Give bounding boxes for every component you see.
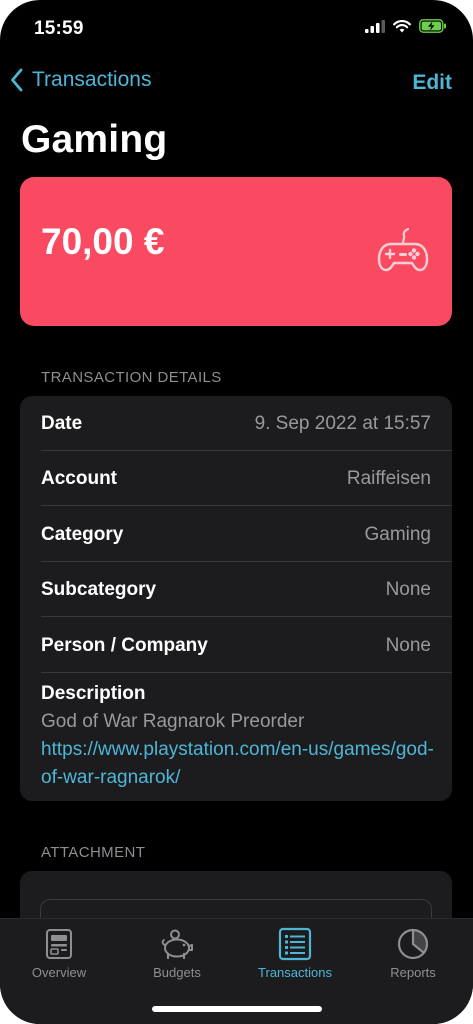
status-icons (365, 19, 447, 33)
battery-charging-icon (419, 19, 446, 33)
divider (41, 616, 452, 617)
amount-value: 70,00 € (41, 221, 165, 262)
status-bar: 15:59 (0, 0, 473, 56)
detail-value: None (385, 635, 431, 656)
detail-row-category[interactable]: Category Gaming (20, 507, 452, 562)
attachment-section-header: ATTACHMENT (41, 844, 146, 861)
pie-chart-icon (397, 928, 429, 960)
tab-reports[interactable]: Reports (354, 927, 472, 991)
gamepad-icon (377, 227, 429, 272)
divider (41, 505, 452, 506)
tab-budgets[interactable]: Budgets (118, 927, 236, 991)
piggy-bank-icon (161, 929, 193, 960)
phone-screen: 15:59 Transactions Edit Gaming 70,00 € T… (0, 0, 473, 1024)
detail-value: None (385, 579, 431, 600)
chevron-left-icon (11, 68, 23, 92)
detail-label: Person / Company (41, 635, 208, 656)
tab-label: Reports (390, 965, 436, 980)
wifi-icon (393, 19, 411, 32)
description-link[interactable]: https://www.playstation.com/en-us/games/… (41, 739, 434, 788)
detail-row-person-company[interactable]: Person / Company None (20, 618, 452, 673)
edit-button[interactable]: Edit (412, 71, 452, 95)
tab-label: Budgets (153, 965, 201, 980)
detail-label: Account (41, 468, 117, 489)
back-button[interactable]: Transactions (10, 68, 151, 92)
status-time: 15:59 (34, 18, 84, 39)
description-plain-text: God of War Ragnarok Preorder (41, 711, 305, 732)
detail-row-account[interactable]: Account Raiffeisen (20, 451, 452, 506)
description-text: God of War Ragnarok Preorder https://www… (41, 708, 441, 792)
detail-value: Gaming (364, 524, 431, 545)
amount-card: 70,00 € (20, 177, 452, 326)
details-section-header: TRANSACTION DETAILS (41, 369, 222, 386)
tab-overview[interactable]: Overview (0, 927, 118, 991)
home-indicator[interactable] (152, 1006, 322, 1012)
detail-value: 9. Sep 2022 at 15:57 (254, 413, 431, 434)
detail-label: Category (41, 524, 124, 545)
tab-label: Overview (31, 965, 87, 980)
description-label: Description (41, 683, 146, 704)
detail-value: Raiffeisen (346, 468, 431, 489)
list-icon (278, 927, 312, 961)
detail-row-date[interactable]: Date 9. Sep 2022 at 15:57 (20, 396, 452, 451)
detail-label: Subcategory (41, 579, 157, 600)
overview-icon (46, 929, 72, 959)
detail-row-subcategory[interactable]: Subcategory None (20, 562, 452, 617)
details-card: Date 9. Sep 2022 at 15:57 Account Raiffe… (20, 396, 452, 801)
tab-label: Transactions (258, 965, 332, 980)
divider (41, 672, 452, 673)
detail-label: Date (41, 413, 83, 434)
page-title: Gaming (21, 118, 168, 161)
back-button-label: Transactions (32, 68, 152, 91)
navigation-bar: Transactions Edit (0, 60, 473, 106)
signal-icon (365, 19, 385, 33)
tab-transactions[interactable]: Transactions (236, 927, 354, 991)
